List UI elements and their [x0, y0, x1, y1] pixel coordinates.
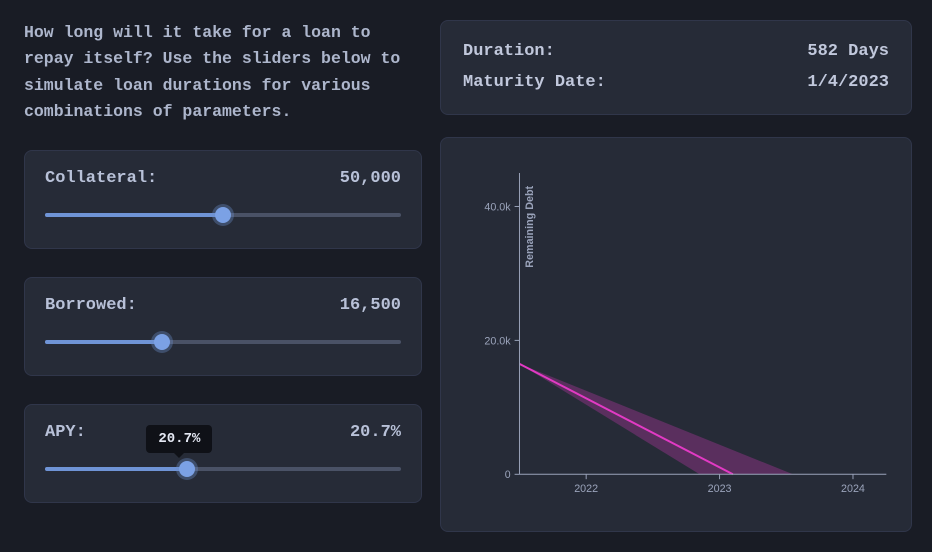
apy-label: APY: [45, 423, 86, 442]
svg-text:20.0k: 20.0k [484, 335, 511, 347]
borrowed-slider[interactable] [45, 333, 401, 351]
svg-text:40.0k: 40.0k [484, 202, 511, 214]
borrowed-slider-card: Borrowed: 16,500 [24, 277, 422, 376]
maturity-label: Maturity Date: [463, 68, 606, 99]
maturity-value: 1/4/2023 [807, 68, 889, 99]
duration-value: 582 Days [807, 37, 889, 68]
svg-text:2023: 2023 [708, 483, 732, 495]
apy-value: 20.7% [350, 423, 401, 442]
collateral-label: Collateral: [45, 169, 157, 188]
debt-chart: 0 20.0k 40.0k 2022 2023 2024 Remaining Debt [451, 148, 901, 521]
slider-thumb[interactable]: 20.7% [179, 461, 195, 477]
borrowed-value: 16,500 [340, 296, 401, 315]
svg-text:0: 0 [505, 469, 511, 481]
collateral-slider[interactable] [45, 206, 401, 224]
apy-tooltip: 20.7% [146, 425, 212, 453]
intro-text: How long will it take for a loan to repa… [24, 20, 422, 126]
slider-track-fill [45, 467, 187, 471]
slider-track-fill [45, 340, 162, 344]
svg-text:Remaining Debt: Remaining Debt [524, 186, 536, 268]
slider-thumb[interactable] [215, 207, 231, 223]
slider-track-fill [45, 213, 223, 217]
svg-text:2022: 2022 [574, 483, 598, 495]
info-panel: Duration: 582 Days Maturity Date: 1/4/20… [440, 20, 912, 115]
svg-text:2024: 2024 [841, 483, 865, 495]
apy-slider-card: APY: 20.7% 20.7% [24, 404, 422, 503]
collateral-value: 50,000 [340, 169, 401, 188]
apy-slider[interactable]: 20.7% [45, 460, 401, 478]
duration-label: Duration: [463, 37, 555, 68]
borrowed-label: Borrowed: [45, 296, 137, 315]
slider-thumb[interactable] [154, 334, 170, 350]
collateral-slider-card: Collateral: 50,000 [24, 150, 422, 249]
chart-panel: 0 20.0k 40.0k 2022 2023 2024 Remaining Debt [440, 137, 912, 532]
